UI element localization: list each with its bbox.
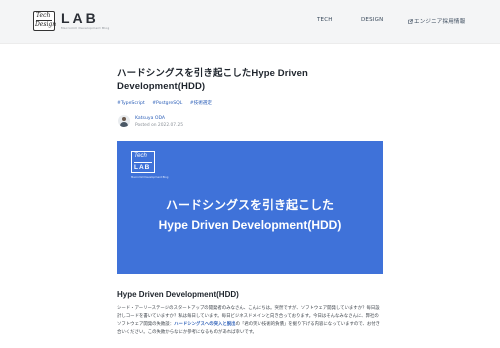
author-name[interactable]: Katsuya ODA xyxy=(135,116,165,121)
logo-icon[interactable]: Tech Design xyxy=(33,11,57,31)
article-title: ハードシングスを引き起こしたHype Driven Development(HD… xyxy=(117,68,308,92)
site-header: Tech Design LAB Macromill Development Bl… xyxy=(0,0,500,44)
hero-title-line1: ハードシングスを引き起こした xyxy=(165,198,334,212)
tag-list: #TypeScript #PostgreSQL #技術選定 xyxy=(117,100,218,106)
avatar-body xyxy=(120,122,128,127)
article-body: シード・アーリーステージのスタートアップの開発者のみなさん、こんにちは。突然です… xyxy=(117,305,383,337)
logo-text[interactable]: LAB xyxy=(61,10,99,26)
nav-link-recruit-label: エンジニア採用情報 xyxy=(414,19,466,25)
external-link-icon xyxy=(408,19,413,24)
hero-logo-top: Tech xyxy=(134,153,147,159)
hero-logo-icon: Tech LAB xyxy=(131,151,155,173)
author-avatar[interactable] xyxy=(118,115,130,127)
nav-link-tech[interactable]: TECH xyxy=(317,17,333,23)
nav-link-design[interactable]: DESIGN xyxy=(361,17,383,23)
section-heading: Hype Driven Development(HDD) xyxy=(117,290,239,299)
logo-line1: Tech xyxy=(36,12,51,19)
post-date: Posted on 2022.07.25 xyxy=(135,123,184,128)
nav-link-recruit[interactable]: エンジニア採用情報 xyxy=(408,17,465,25)
tag-typescript[interactable]: #TypeScript xyxy=(117,101,145,106)
tag-tech-selection[interactable]: #技術選定 xyxy=(190,101,212,106)
hero-title-line2: Hype Driven Development(HDD) xyxy=(158,218,342,232)
tag-postgresql[interactable]: #PostgreSQL xyxy=(152,101,182,106)
avatar-head xyxy=(122,117,126,121)
hero-logo-bottom: LAB xyxy=(134,164,151,171)
logo-subtitle: Macromill Development Blog xyxy=(61,26,110,30)
hero-logo-rule xyxy=(134,162,152,163)
hero-image: Tech LAB Macromill Development Blog ハードシ… xyxy=(117,141,383,274)
logo-line2: Design xyxy=(35,21,57,28)
hero-subtitle: Macromill Development Blog xyxy=(131,176,169,179)
hardthings-link[interactable]: ハードシングスへの突入と脱出 xyxy=(174,322,235,327)
